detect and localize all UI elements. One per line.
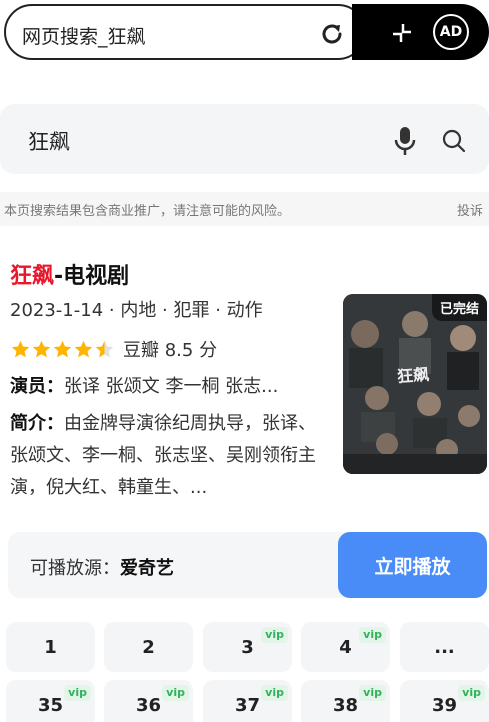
play-now-button[interactable]: 立即播放 bbox=[338, 532, 487, 598]
episode-label: 37 bbox=[234, 694, 261, 716]
poster-title: 狂飙 bbox=[396, 364, 430, 387]
result-meta: 2023-1-14 · 内地 · 犯罪 · 动作 bbox=[10, 300, 263, 321]
rating-row: 豆瓣 8.5 分 bbox=[10, 336, 217, 362]
intro-label: 简介： bbox=[10, 413, 64, 434]
poster-image[interactable]: 已完结 狂飙 bbox=[343, 294, 487, 474]
source-name[interactable]: 爱奇艺 bbox=[120, 558, 174, 579]
title-highlight: 狂飙 bbox=[10, 264, 55, 289]
result-title[interactable]: 狂飙-电视剧 bbox=[10, 258, 129, 290]
search-box[interactable]: 狂飙 bbox=[0, 104, 489, 174]
microphone-icon[interactable] bbox=[393, 126, 417, 156]
star-icon bbox=[32, 340, 51, 357]
cast-label: 演员： bbox=[10, 376, 64, 397]
vip-badge: vip bbox=[458, 685, 485, 701]
episode-label: 3 bbox=[241, 636, 254, 658]
episode-button[interactable]: 1 bbox=[6, 622, 95, 672]
episode-label: 4 bbox=[339, 636, 352, 658]
episode-label: ... bbox=[434, 636, 455, 658]
episode-label: 2 bbox=[142, 636, 155, 658]
collapse-icon[interactable] bbox=[390, 21, 414, 45]
star-icon bbox=[11, 340, 30, 357]
source-info: 可播放源：爱奇艺 bbox=[30, 554, 174, 580]
episode-label: 36 bbox=[135, 694, 162, 716]
episode-button[interactable]: 3 vip bbox=[203, 622, 292, 672]
ad-notice: 本页搜索结果包含商业推广，请注意可能的风险。 投诉 bbox=[0, 192, 489, 226]
search-icon[interactable] bbox=[442, 129, 466, 153]
vip-badge: vip bbox=[359, 627, 386, 643]
episode-button[interactable]: 37 vip bbox=[203, 680, 292, 722]
source-label: 可播放源： bbox=[30, 558, 120, 579]
cast-line: 演员：张译 张颂文 李一桐 张志... bbox=[10, 372, 326, 398]
episode-button[interactable]: 36 vip bbox=[104, 680, 193, 722]
half-star-icon bbox=[95, 340, 114, 357]
vip-badge: vip bbox=[64, 685, 91, 701]
finished-badge: 已完结 bbox=[431, 294, 487, 321]
episode-button[interactable]: 4 vip bbox=[301, 622, 390, 672]
cast-names: 张译 张颂文 李一桐 张志... bbox=[64, 376, 279, 397]
episode-label: 38 bbox=[332, 694, 359, 716]
search-input[interactable]: 狂飙 bbox=[28, 126, 70, 156]
vip-badge: vip bbox=[261, 685, 288, 701]
vip-badge: vip bbox=[261, 627, 288, 643]
star-icon bbox=[53, 340, 72, 357]
reload-icon[interactable] bbox=[318, 20, 346, 48]
intro-block: 简介：由金牌导演徐纪周执导，张译、张颂文、李一桐、张志坚、吴刚领衔主演，倪大红、… bbox=[10, 408, 324, 504]
star-icon bbox=[74, 340, 93, 357]
address-bar: 网页搜索_狂飙 AD bbox=[4, 4, 489, 60]
vip-badge: vip bbox=[359, 685, 386, 701]
vip-badge: vip bbox=[162, 685, 189, 701]
title-rest: -电视剧 bbox=[54, 264, 130, 289]
url-text: 网页搜索_狂飙 bbox=[22, 26, 146, 48]
source-bar: 可播放源：爱奇艺 立即播放 bbox=[8, 532, 487, 598]
episode-button[interactable]: 2 bbox=[104, 622, 193, 672]
rating-text: 豆瓣 8.5 分 bbox=[123, 340, 218, 361]
url-field[interactable]: 网页搜索_狂飙 bbox=[4, 4, 366, 60]
ad-block-icon[interactable]: AD bbox=[433, 14, 469, 50]
episode-label: 35 bbox=[37, 694, 64, 716]
episode-button[interactable]: 39 vip bbox=[400, 680, 489, 722]
rating-stars bbox=[10, 339, 115, 360]
report-link[interactable]: 投诉 bbox=[457, 200, 483, 219]
episode-button[interactable]: 35 vip bbox=[6, 680, 95, 722]
notice-text: 本页搜索结果包含商业推广，请注意可能的风险。 bbox=[4, 204, 291, 219]
episode-button[interactable]: 38 vip bbox=[301, 680, 390, 722]
episode-label: 1 bbox=[44, 636, 57, 658]
more-episodes-button[interactable]: ... bbox=[400, 622, 489, 672]
episode-label: 39 bbox=[431, 694, 458, 716]
